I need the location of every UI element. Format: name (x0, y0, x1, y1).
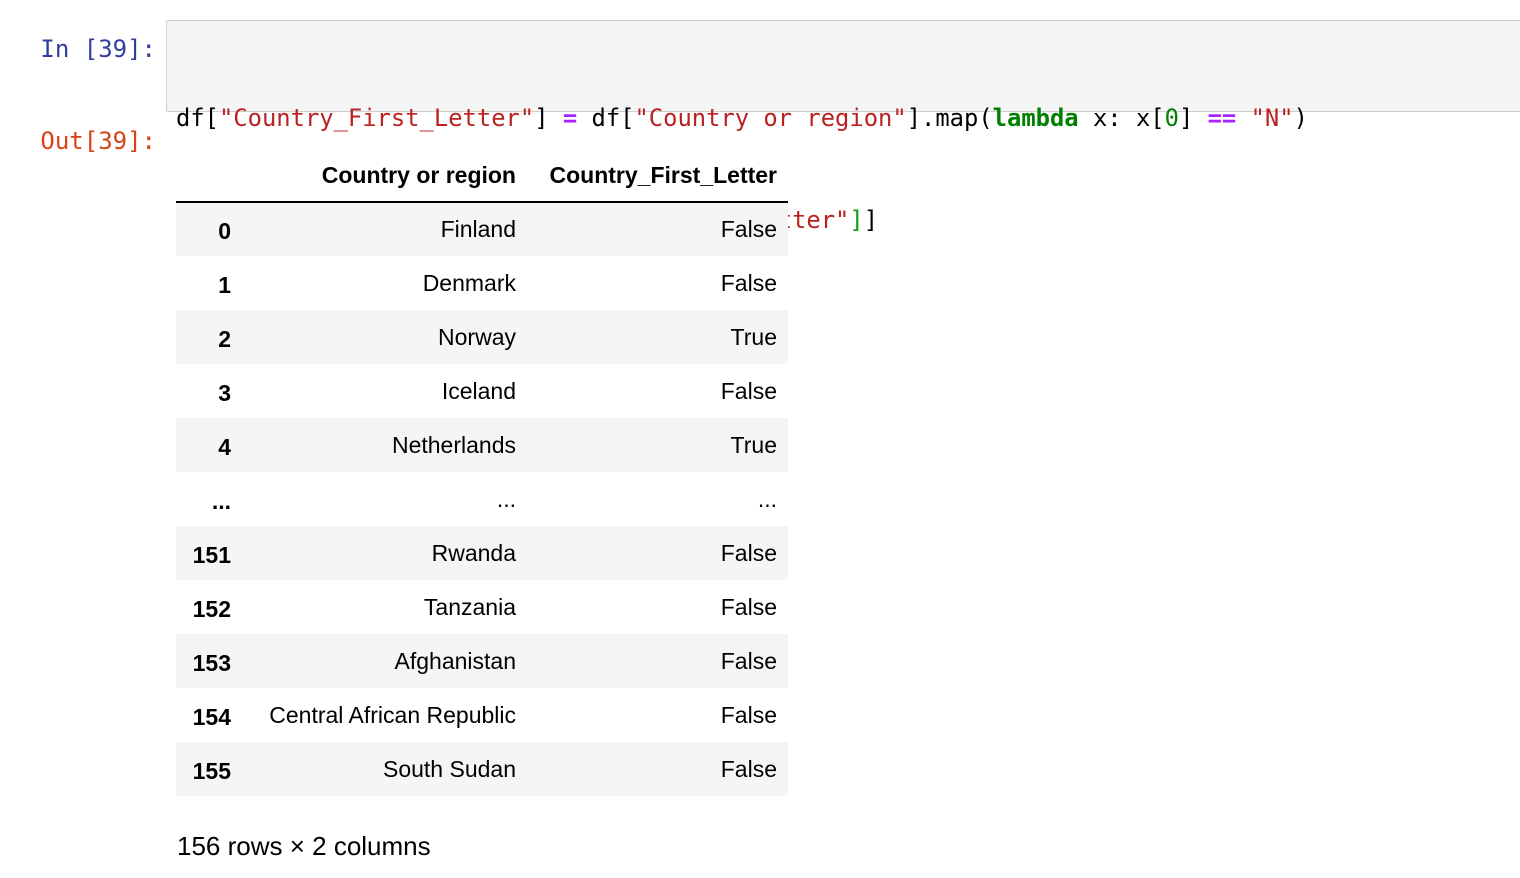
code-number: 0 (1164, 104, 1179, 132)
code-operator: = (562, 104, 578, 132)
code-token: ) (1293, 104, 1308, 132)
cell-country: Tanzania (423, 593, 516, 620)
code-token: ] (1178, 104, 1208, 132)
cell-country: Norway (438, 323, 516, 350)
table-row-ellipsis: ... ... ... (176, 472, 788, 526)
cell-first-letter: False (720, 755, 777, 782)
row-index: 155 (192, 757, 231, 784)
row-index: 151 (192, 541, 231, 568)
index-header (176, 150, 242, 203)
code-token: df[ (577, 104, 635, 132)
column-header-country: Country or region (242, 150, 527, 203)
code-token: ] (863, 206, 879, 234)
code-bracket: ] (849, 206, 864, 234)
cell-country: Afghanistan (394, 647, 516, 674)
cell-country: Iceland (441, 377, 516, 404)
table-row: 155 South Sudan False (176, 742, 788, 796)
cell-country: Central African Republic (269, 701, 516, 728)
row-index: 3 (218, 379, 231, 406)
cell-first-letter: False (720, 269, 777, 296)
row-index: 154 (192, 703, 231, 730)
table-row: 3 Iceland False (176, 364, 788, 418)
cell-first-letter: ... (757, 485, 777, 512)
output-area: Country or region Country_First_Letter 0… (176, 150, 788, 796)
code-string: "Country or region" (634, 104, 907, 132)
row-index: 4 (218, 433, 231, 460)
column-header-first-letter: Country_First_Letter (527, 150, 788, 203)
table-row: 0 Finland False (176, 202, 788, 256)
cell-country: Netherlands (391, 431, 516, 458)
table-row: 1 Denmark False (176, 256, 788, 310)
dataframe-shape-text: 156 rows × 2 columns (177, 831, 431, 861)
table-row: 153 Afghanistan False (176, 634, 788, 688)
output-prompt: Out[39]: (40, 127, 156, 155)
dataframe-table: Country or region Country_First_Letter 0… (176, 150, 788, 796)
code-string: "Country_First_Letter" (218, 104, 535, 132)
row-index: 0 (218, 218, 231, 244)
cell-country: South Sudan (382, 755, 516, 782)
cell-first-letter: False (720, 539, 777, 566)
cell-first-letter: True (730, 323, 777, 350)
code-operator: == (1207, 104, 1237, 132)
row-index: 1 (218, 271, 231, 298)
code-line-1: df["Country_First_Letter"] = df["Country… (176, 101, 1308, 135)
cell-country: Finland (440, 216, 516, 242)
table-row: 4 Netherlands True (176, 418, 788, 472)
table-row: 154 Central African Republic False (176, 688, 788, 742)
code-string: "N" (1250, 104, 1294, 132)
cell-first-letter: False (720, 377, 777, 404)
code-token: df[ (176, 104, 219, 132)
code-token: x: x[ (1078, 104, 1165, 132)
cell-first-letter: False (720, 647, 777, 674)
table-row: 2 Norway True (176, 310, 788, 364)
row-index: 153 (192, 649, 231, 676)
table-row: 151 Rwanda False (176, 526, 788, 580)
input-prompt: In [39]: (40, 35, 156, 63)
table-row: 152 Tanzania False (176, 580, 788, 634)
cell-country: Rwanda (431, 539, 516, 566)
cell-country: ... (496, 485, 516, 512)
table-header-row: Country or region Country_First_Letter (176, 150, 788, 203)
row-index: 2 (218, 325, 231, 352)
cell-country: Denmark (422, 269, 516, 296)
cell-first-letter: False (720, 216, 777, 242)
cell-first-letter: False (720, 593, 777, 620)
code-token: ].map( (906, 104, 993, 132)
cell-first-letter: False (720, 701, 777, 728)
code-input-area[interactable]: df["Country_First_Letter"] = df["Country… (166, 20, 1520, 234)
code-token: ] (534, 104, 563, 132)
cell-first-letter: True (730, 431, 777, 458)
row-index: ... (211, 487, 231, 514)
code-keyword: lambda (992, 104, 1079, 132)
row-index: 152 (192, 595, 231, 622)
